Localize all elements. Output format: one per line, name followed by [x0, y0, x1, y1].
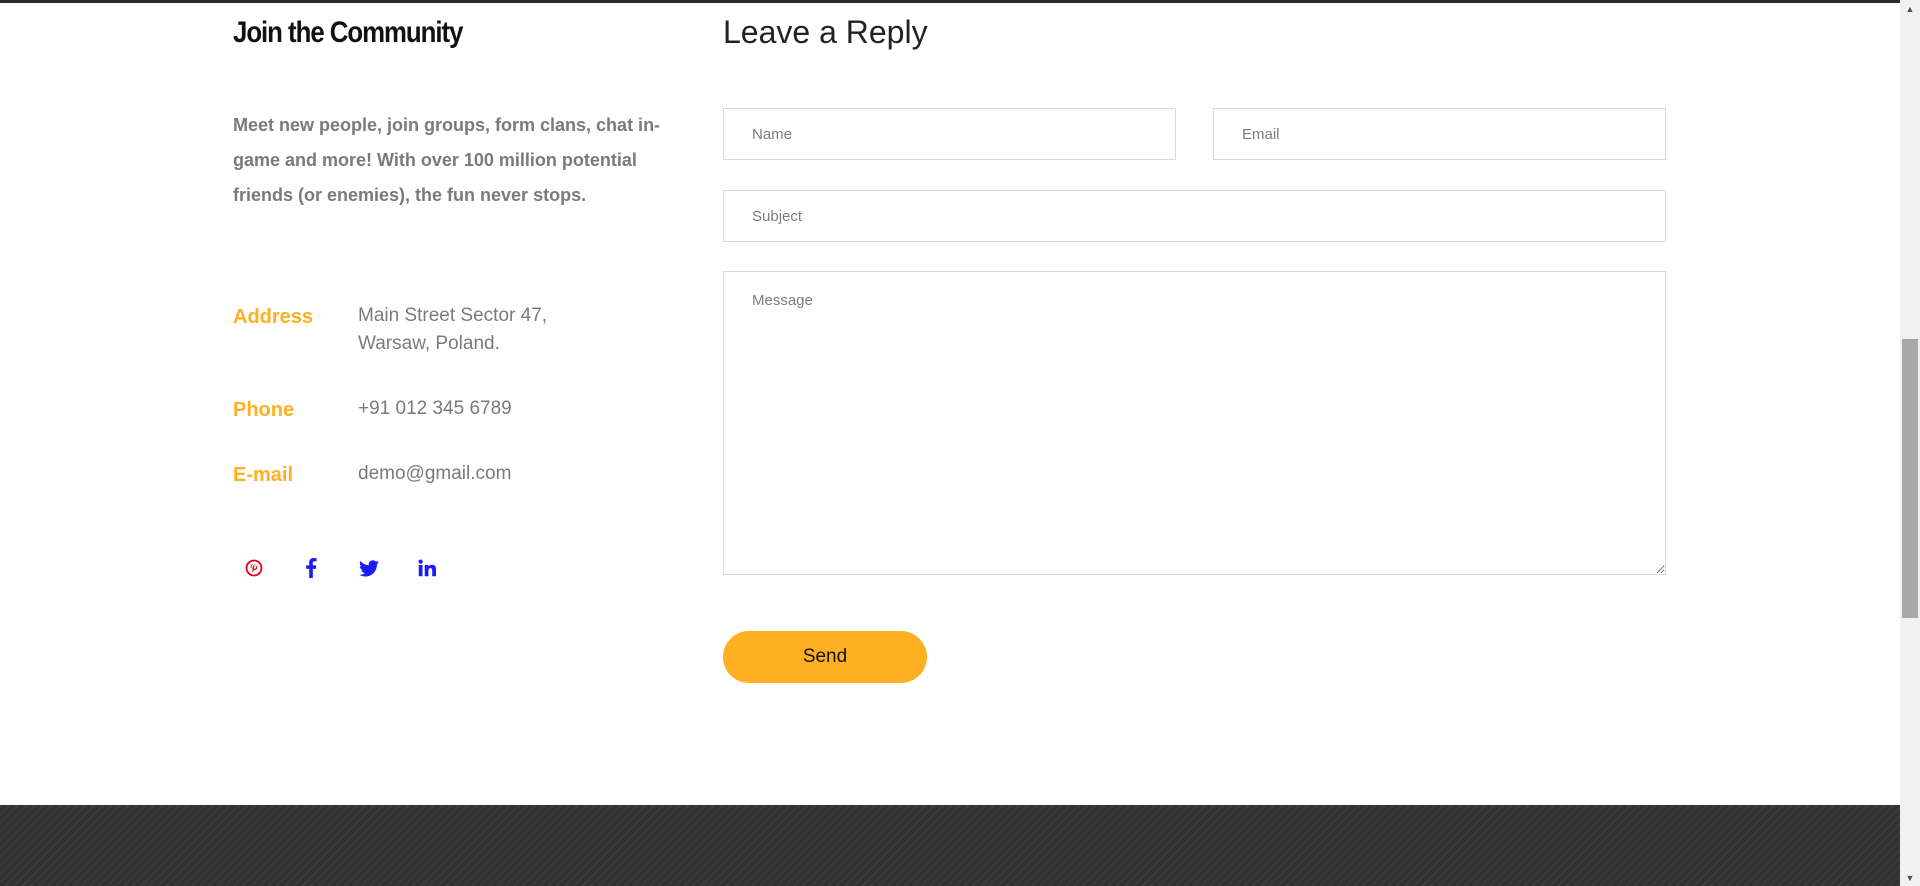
address-row: Address Main Street Sector 47, Warsaw, P…: [233, 302, 547, 358]
email-input[interactable]: [1213, 108, 1666, 160]
email-label: E-mail: [233, 464, 294, 486]
twitter-icon: [359, 559, 379, 576]
facebook-icon: [306, 558, 317, 578]
phone-value: +91 012 345 6789: [358, 398, 512, 419]
contact-section: Join the Community Meet new people, join…: [0, 0, 1900, 886]
subject-input[interactable]: [723, 190, 1666, 242]
reply-title: Leave a Reply: [723, 14, 928, 50]
name-input[interactable]: [723, 108, 1176, 160]
vertical-scrollbar[interactable]: ▲ ▼: [1900, 0, 1920, 886]
footer: [0, 805, 1900, 886]
scrollbar-thumb[interactable]: [1902, 339, 1918, 618]
pinterest-link[interactable]: [233, 550, 275, 586]
email-value: demo@gmail.com: [358, 463, 512, 484]
message-textarea[interactable]: [723, 271, 1666, 575]
community-title: Join the Community: [233, 16, 463, 49]
email-row: E-mail demo@gmail.com: [233, 460, 511, 488]
facebook-link[interactable]: [290, 550, 332, 586]
phone-row: Phone +91 012 345 6789: [233, 395, 512, 423]
linkedin-link[interactable]: [406, 550, 448, 586]
send-button[interactable]: Send: [723, 631, 927, 683]
linkedin-icon: [418, 559, 436, 577]
twitter-link[interactable]: [348, 550, 390, 586]
scroll-up-icon[interactable]: ▲: [1900, 0, 1920, 17]
social-links: [233, 550, 464, 586]
pinterest-icon: [245, 559, 263, 577]
community-description: Meet new people, join groups, form clans…: [233, 115, 661, 205]
address-value: Main Street Sector 47, Warsaw, Poland.: [358, 305, 548, 354]
phone-label: Phone: [233, 399, 295, 421]
scroll-down-icon[interactable]: ▼: [1900, 869, 1920, 886]
address-label: Address: [233, 306, 314, 328]
